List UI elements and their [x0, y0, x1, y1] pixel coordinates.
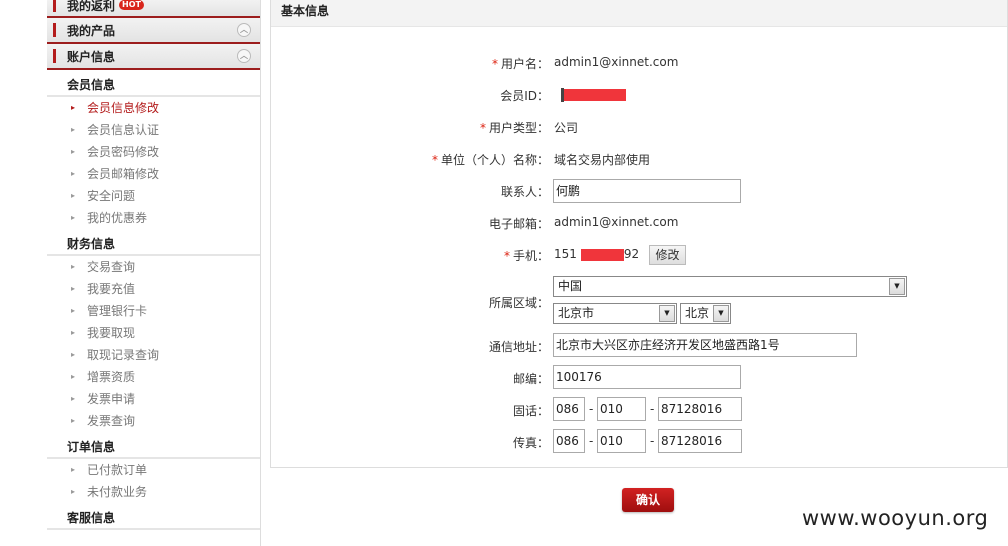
separator: - [589, 402, 594, 416]
fax-country-input[interactable]: 086 [553, 429, 585, 453]
redacted-block [580, 248, 624, 261]
member-id-label: 会员ID： [500, 89, 549, 103]
sidebar: 我的返利 HOT 我的产品 ︿ 账户信息 ︿ 会员信息 会员信息修改 会员信息认… [47, 0, 261, 546]
phone-label: 固话： [512, 404, 549, 418]
group-order-info: 订单信息 [47, 432, 260, 459]
phone-number-input[interactable]: 87128016 [658, 397, 742, 421]
address-input[interactable]: 北京市大兴区亦庄经济开发区地盛西路1号 [553, 333, 857, 357]
sidebar-item-recharge[interactable]: 我要充值 [47, 278, 260, 300]
sidebar-item-change-email[interactable]: 会员邮箱修改 [47, 163, 260, 185]
menu-label: 账户信息 [67, 49, 116, 64]
fax-label: 传真： [512, 436, 549, 450]
required-mark: * [431, 153, 438, 167]
sidebar-item-vat-qualification[interactable]: 增票资质 [47, 366, 260, 388]
group-member-info: 会员信息 [47, 70, 260, 97]
sidebar-item-edit-member-info[interactable]: 会员信息修改 [47, 97, 260, 119]
menu-label: 我的返利 [67, 0, 116, 13]
mobile-prefix: 151 [554, 247, 577, 261]
email-value: admin1@xinnet.com [554, 215, 679, 229]
contact-input[interactable]: 何鹏 [553, 179, 741, 203]
menu-products[interactable]: 我的产品 ︿ [47, 18, 260, 44]
sidebar-item-bank-cards[interactable]: 管理银行卡 [47, 300, 260, 322]
edit-mobile-button[interactable]: 修改 [649, 245, 686, 265]
phone-country-input[interactable]: 086 [553, 397, 585, 421]
unit-name-value: 域名交易内部使用 [554, 153, 651, 167]
sidebar-item-unpaid-business[interactable]: 未付款业务 [47, 481, 260, 503]
zip-input[interactable]: 100176 [553, 365, 741, 389]
sidebar-item-coupons[interactable]: 我的优惠券 [47, 207, 260, 229]
sidebar-item-paid-orders[interactable]: 已付款订单 [47, 459, 260, 481]
zip-label: 邮编： [512, 372, 549, 386]
city-select[interactable]: 北京市 ▼ [553, 303, 677, 324]
member-id-value [554, 87, 626, 102]
contact-label: 联系人： [500, 185, 549, 199]
menu-account[interactable]: 账户信息 ︿ [47, 44, 260, 70]
required-mark: * [503, 249, 510, 263]
chevron-down-icon[interactable]: ▼ [713, 305, 729, 322]
separator: - [589, 434, 594, 448]
menu-marker [53, 0, 56, 12]
menu-marker [53, 49, 56, 63]
hot-badge: HOT [119, 0, 144, 10]
user-type-value: 公司 [554, 121, 579, 135]
district-select[interactable]: 北京 ▼ [680, 303, 731, 324]
region-label: 所属区域： [488, 296, 549, 310]
country-select-value: 中国 [558, 279, 583, 293]
sidebar-item-change-password[interactable]: 会员密码修改 [47, 141, 260, 163]
country-select[interactable]: 中国 ▼ [553, 276, 907, 297]
confirm-button[interactable]: 确认 [622, 488, 674, 512]
separator: - [650, 402, 655, 416]
redacted-block [564, 88, 626, 101]
user-type-label-text: 用户类型： [488, 121, 549, 135]
group-service-info: 客服信息 [47, 503, 260, 530]
group-finance-info: 财务信息 [47, 229, 260, 256]
panel-title: 基本信息 [271, 0, 1007, 27]
mobile-label: * 手机： [504, 247, 549, 264]
city-select-value: 北京市 [558, 306, 595, 320]
unit-name-label: * 单位（个人）名称： [432, 151, 549, 168]
unit-name-label-text: 单位（个人）名称： [440, 153, 549, 167]
address-label: 通信地址： [488, 340, 549, 354]
chevron-up-icon[interactable]: ︿ [237, 23, 251, 37]
sidebar-item-verify-member[interactable]: 会员信息认证 [47, 119, 260, 141]
sidebar-item-transactions[interactable]: 交易查询 [47, 256, 260, 278]
chevron-down-icon[interactable]: ▼ [889, 278, 905, 295]
sidebar-item-security-question[interactable]: 安全问题 [47, 185, 260, 207]
username-label-text: 用户名： [500, 57, 549, 71]
mobile-value: 151 92 [554, 247, 639, 261]
sidebar-item-invoice-query[interactable]: 发票查询 [47, 410, 260, 432]
chevron-down-icon[interactable]: ▼ [659, 305, 675, 322]
email-label: 电子邮箱： [488, 217, 549, 231]
required-mark: * [491, 57, 498, 71]
separator: - [650, 434, 655, 448]
menu-rebate[interactable]: 我的返利 HOT [47, 0, 260, 18]
fax-area-input[interactable]: 010 [597, 429, 646, 453]
mobile-label-text: 手机： [512, 249, 549, 263]
district-select-value: 北京 [685, 306, 710, 320]
mobile-suffix: 92 [623, 247, 640, 261]
menu-marker [53, 23, 56, 37]
sidebar-item-withdraw-records[interactable]: 取现记录查询 [47, 344, 260, 366]
fax-number-input[interactable]: 87128016 [658, 429, 742, 453]
sidebar-item-invoice-apply[interactable]: 发票申请 [47, 388, 260, 410]
phone-area-input[interactable]: 010 [597, 397, 646, 421]
watermark: www.wooyun.org [802, 506, 989, 530]
username-value: admin1@xinnet.com [554, 55, 679, 69]
chevron-up-icon[interactable]: ︿ [237, 49, 251, 63]
required-mark: * [479, 121, 486, 135]
username-label: * 用户名： [492, 55, 549, 72]
menu-label: 我的产品 [67, 23, 116, 38]
sidebar-item-withdraw[interactable]: 我要取现 [47, 322, 260, 344]
user-type-label: * 用户类型： [480, 119, 549, 136]
